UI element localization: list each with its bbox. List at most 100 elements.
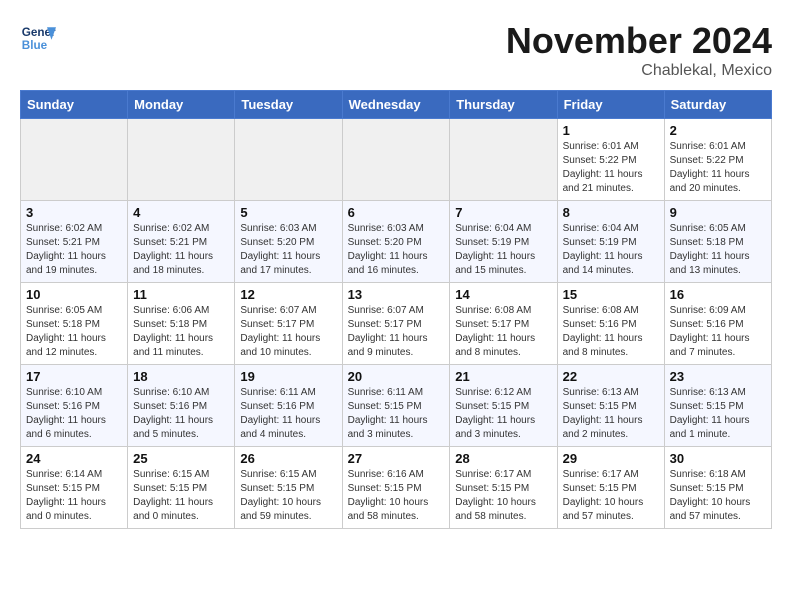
month-title: November 2024 <box>506 20 772 62</box>
day-number: 5 <box>240 205 336 220</box>
table-row: 30 Sunrise: 6:18 AM Sunset: 5:15 PM Dayli… <box>664 447 771 529</box>
day-number: 8 <box>563 205 659 220</box>
table-row: 13 Sunrise: 6:07 AM Sunset: 5:17 PM Dayli… <box>342 283 450 365</box>
day-detail: Sunrise: 6:07 AM Sunset: 5:17 PM Dayligh… <box>240 304 336 360</box>
day-number: 21 <box>455 369 551 384</box>
day-number: 19 <box>240 369 336 384</box>
logo: General Blue <box>20 20 56 56</box>
day-detail: Sunrise: 6:04 AM Sunset: 5:19 PM Dayligh… <box>563 222 659 278</box>
table-row: 20Sunrise: 6:11 AM Sunset: 5:15 PM Dayli… <box>342 365 450 447</box>
page-header: General Blue November 2024 Chablekal, Me… <box>20 20 772 80</box>
col-wednesday: Wednesday <box>342 91 450 119</box>
table-row: 4Sunrise: 6:02 AM Sunset: 5:21 PM Daylig… <box>128 201 235 283</box>
calendar-week-5: 24 Sunrise: 6:14 AM Sunset: 5:15 PM Dayli… <box>21 447 772 529</box>
day-number: 22 <box>563 369 659 384</box>
table-row: 11Sunrise: 6:06 AM Sunset: 5:18 PM Dayli… <box>128 283 235 365</box>
calendar-header-row: Sunday Monday Tuesday Wednesday Thursday… <box>21 91 772 119</box>
table-row: 18Sunrise: 6:10 AM Sunset: 5:16 PM Dayli… <box>128 365 235 447</box>
table-row: 7Sunrise: 6:04 AM Sunset: 5:19 PM Daylig… <box>450 201 557 283</box>
day-number: 1 <box>563 123 659 138</box>
table-row: 9 Sunrise: 6:05 AM Sunset: 5:18 PM Daylig… <box>664 201 771 283</box>
col-friday: Friday <box>557 91 664 119</box>
table-row: 26 Sunrise: 6:15 AM Sunset: 5:15 PM Dayli… <box>235 447 342 529</box>
calendar-table: Sunday Monday Tuesday Wednesday Thursday… <box>20 90 772 529</box>
day-detail: Sunrise: 6:13 AM Sunset: 5:15 PM Dayligh… <box>563 386 659 442</box>
day-number: 28 <box>455 451 551 466</box>
table-row: 22 Sunrise: 6:13 AM Sunset: 5:15 PM Dayli… <box>557 365 664 447</box>
day-detail: Sunrise: 6:18 AM Sunset: 5:15 PM Dayligh… <box>670 468 766 524</box>
day-detail: Sunrise: 6:08 AM Sunset: 5:16 PM Dayligh… <box>563 304 659 360</box>
table-row: 21Sunrise: 6:12 AM Sunset: 5:15 PM Dayli… <box>450 365 557 447</box>
day-detail: Sunrise: 6:15 AM Sunset: 5:15 PM Dayligh… <box>133 468 229 524</box>
day-number: 12 <box>240 287 336 302</box>
table-row: 27 Sunrise: 6:16 AM Sunset: 5:15 PM Dayli… <box>342 447 450 529</box>
table-row: 24 Sunrise: 6:14 AM Sunset: 5:15 PM Dayli… <box>21 447 128 529</box>
table-row <box>450 119 557 201</box>
day-detail: Sunrise: 6:02 AM Sunset: 5:21 PM Dayligh… <box>133 222 229 278</box>
calendar-week-3: 10 Sunrise: 6:05 AM Sunset: 5:18 PM Dayli… <box>21 283 772 365</box>
col-saturday: Saturday <box>664 91 771 119</box>
day-number: 27 <box>348 451 445 466</box>
table-row: 25 Sunrise: 6:15 AM Sunset: 5:15 PM Dayli… <box>128 447 235 529</box>
day-number: 29 <box>563 451 659 466</box>
table-row: 8 Sunrise: 6:04 AM Sunset: 5:19 PM Daylig… <box>557 201 664 283</box>
day-detail: Sunrise: 6:05 AM Sunset: 5:18 PM Dayligh… <box>670 222 766 278</box>
day-detail: Sunrise: 6:15 AM Sunset: 5:15 PM Dayligh… <box>240 468 336 524</box>
day-number: 10 <box>26 287 122 302</box>
day-number: 25 <box>133 451 229 466</box>
table-row: 6Sunrise: 6:03 AM Sunset: 5:20 PM Daylig… <box>342 201 450 283</box>
table-row <box>128 119 235 201</box>
day-detail: Sunrise: 6:17 AM Sunset: 5:15 PM Dayligh… <box>455 468 551 524</box>
table-row: 16 Sunrise: 6:09 AM Sunset: 5:16 PM Dayli… <box>664 283 771 365</box>
day-detail: Sunrise: 6:01 AM Sunset: 5:22 PM Dayligh… <box>670 140 766 196</box>
day-number: 26 <box>240 451 336 466</box>
table-row: 10 Sunrise: 6:05 AM Sunset: 5:18 PM Dayli… <box>21 283 128 365</box>
table-row: 19 Sunrise: 6:11 AM Sunset: 5:16 PM Dayli… <box>235 365 342 447</box>
day-detail: Sunrise: 6:11 AM Sunset: 5:16 PM Dayligh… <box>240 386 336 442</box>
day-detail: Sunrise: 6:04 AM Sunset: 5:19 PM Dayligh… <box>455 222 551 278</box>
col-tuesday: Tuesday <box>235 91 342 119</box>
day-detail: Sunrise: 6:05 AM Sunset: 5:18 PM Dayligh… <box>26 304 122 360</box>
day-number: 16 <box>670 287 766 302</box>
table-row: 3 Sunrise: 6:02 AM Sunset: 5:21 PM Daylig… <box>21 201 128 283</box>
table-row: 15 Sunrise: 6:08 AM Sunset: 5:16 PM Dayli… <box>557 283 664 365</box>
day-number: 13 <box>348 287 445 302</box>
logo-icon: General Blue <box>20 20 56 56</box>
day-detail: Sunrise: 6:14 AM Sunset: 5:15 PM Dayligh… <box>26 468 122 524</box>
day-detail: Sunrise: 6:02 AM Sunset: 5:21 PM Dayligh… <box>26 222 122 278</box>
day-detail: Sunrise: 6:07 AM Sunset: 5:17 PM Dayligh… <box>348 304 445 360</box>
location: Chablekal, Mexico <box>506 62 772 80</box>
day-detail: Sunrise: 6:03 AM Sunset: 5:20 PM Dayligh… <box>240 222 336 278</box>
calendar-week-1: 1 Sunrise: 6:01 AM Sunset: 5:22 PM Daylig… <box>21 119 772 201</box>
day-detail: Sunrise: 6:09 AM Sunset: 5:16 PM Dayligh… <box>670 304 766 360</box>
table-row: 23Sunrise: 6:13 AM Sunset: 5:15 PM Dayli… <box>664 365 771 447</box>
day-detail: Sunrise: 6:10 AM Sunset: 5:16 PM Dayligh… <box>133 386 229 442</box>
col-monday: Monday <box>128 91 235 119</box>
table-row <box>342 119 450 201</box>
table-row: 2Sunrise: 6:01 AM Sunset: 5:22 PM Daylig… <box>664 119 771 201</box>
day-detail: Sunrise: 6:08 AM Sunset: 5:17 PM Dayligh… <box>455 304 551 360</box>
table-row: 5 Sunrise: 6:03 AM Sunset: 5:20 PM Daylig… <box>235 201 342 283</box>
day-number: 23 <box>670 369 766 384</box>
day-detail: Sunrise: 6:10 AM Sunset: 5:16 PM Dayligh… <box>26 386 122 442</box>
day-number: 14 <box>455 287 551 302</box>
day-detail: Sunrise: 6:17 AM Sunset: 5:15 PM Dayligh… <box>563 468 659 524</box>
day-number: 24 <box>26 451 122 466</box>
table-row: 17 Sunrise: 6:10 AM Sunset: 5:16 PM Dayli… <box>21 365 128 447</box>
day-detail: Sunrise: 6:03 AM Sunset: 5:20 PM Dayligh… <box>348 222 445 278</box>
day-number: 9 <box>670 205 766 220</box>
table-row <box>235 119 342 201</box>
day-detail: Sunrise: 6:16 AM Sunset: 5:15 PM Dayligh… <box>348 468 445 524</box>
day-number: 17 <box>26 369 122 384</box>
col-thursday: Thursday <box>450 91 557 119</box>
table-row: 28 Sunrise: 6:17 AM Sunset: 5:15 PM Dayli… <box>450 447 557 529</box>
day-number: 11 <box>133 287 229 302</box>
day-number: 3 <box>26 205 122 220</box>
day-number: 30 <box>670 451 766 466</box>
table-row: 1Sunrise: 6:01 AM Sunset: 5:22 PM Daylig… <box>557 119 664 201</box>
day-number: 15 <box>563 287 659 302</box>
col-sunday: Sunday <box>21 91 128 119</box>
day-number: 20 <box>348 369 445 384</box>
title-block: November 2024 Chablekal, Mexico <box>506 20 772 80</box>
table-row: 29 Sunrise: 6:17 AM Sunset: 5:15 PM Dayli… <box>557 447 664 529</box>
